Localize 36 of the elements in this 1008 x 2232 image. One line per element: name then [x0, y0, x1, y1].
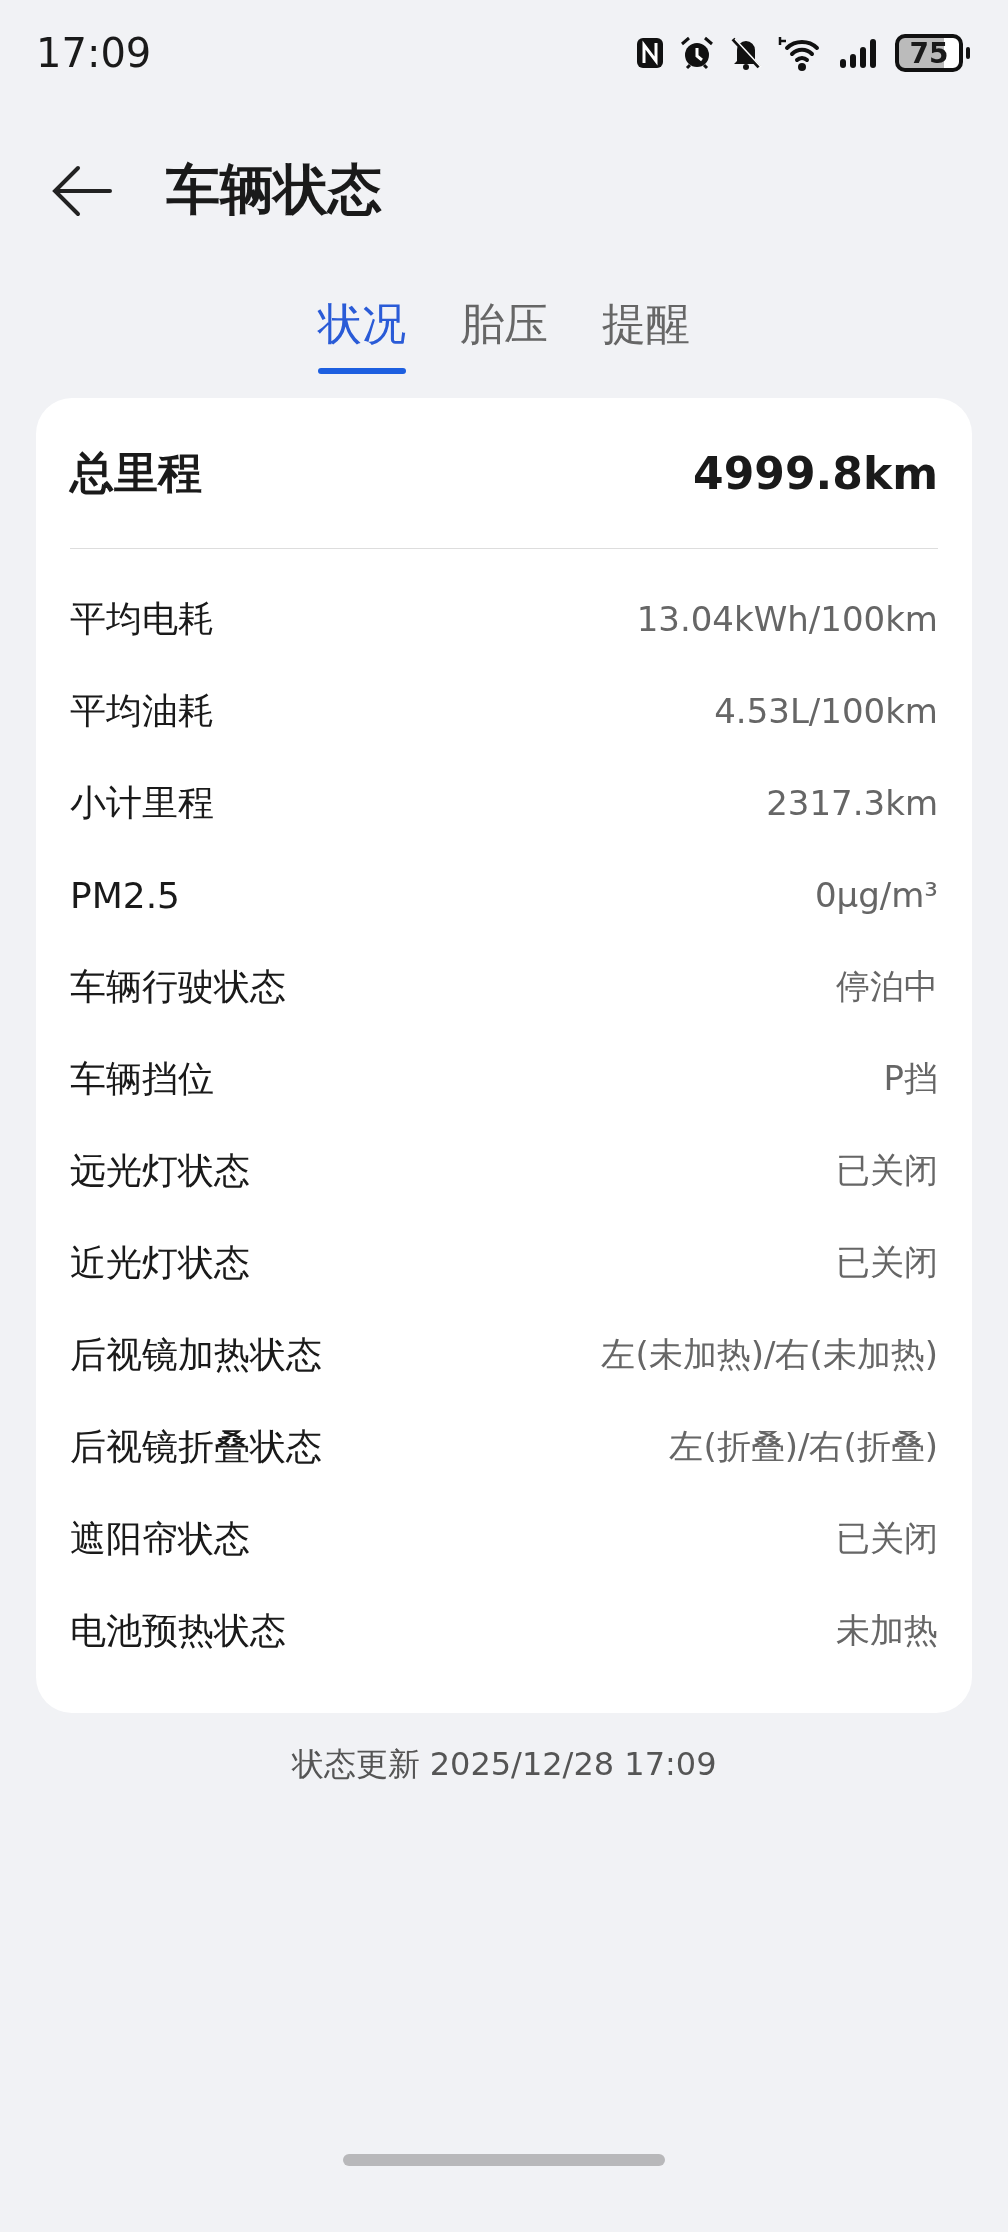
row-label: 远光灯状态 — [70, 1148, 250, 1193]
tab[interactable]: 状况 — [318, 295, 406, 374]
tab[interactable]: 提醒 — [602, 295, 690, 374]
row-value: 已关闭 — [836, 1149, 938, 1192]
row-label: 后视镜折叠状态 — [70, 1424, 322, 1469]
row-label: 平均电耗 — [70, 596, 214, 641]
row-value: 左(折叠)/右(折叠) — [669, 1425, 938, 1468]
row-value: 2317.3km — [766, 783, 938, 823]
row-value: 13.04kWh/100km — [636, 599, 938, 639]
row-value: 停泊中 — [836, 965, 938, 1008]
row-value: 4.53L/100km — [714, 691, 938, 731]
row-value: 左(未加热)/右(未加热) — [601, 1333, 938, 1376]
row-label: 平均油耗 — [70, 688, 214, 733]
nfc-icon — [635, 36, 665, 70]
update-time-text: 状态更新 2025/12/28 17:09 — [291, 1745, 717, 1783]
row-label: 遮阳帘状态 — [70, 1516, 250, 1561]
bell-muted-icon — [729, 35, 763, 71]
row-label: 车辆挡位 — [70, 1056, 214, 1101]
total-mileage-value: 4999.8km — [693, 447, 938, 499]
total-mileage-label: 总里程 — [70, 445, 202, 500]
row-label: PM2.5 — [70, 874, 181, 916]
row-value: 未加热 — [836, 1609, 938, 1652]
alarm-icon — [679, 35, 715, 71]
row-value: 已关闭 — [836, 1517, 938, 1560]
row-label: 电池预热状态 — [70, 1608, 286, 1653]
row-label: 车辆行驶状态 — [70, 964, 286, 1009]
row-label: 小计里程 — [70, 780, 214, 825]
tab[interactable]: 胎压 — [460, 295, 548, 374]
back-arrow-icon[interactable] — [52, 164, 112, 217]
row-value: 已关闭 — [836, 1241, 938, 1284]
page-title: 车辆状态 — [166, 157, 382, 223]
row-label: 后视镜加热状态 — [70, 1332, 322, 1377]
row-value: P挡 — [883, 1057, 938, 1100]
status-time: 17:09 — [36, 30, 152, 76]
row-value: 0μg/m³ — [814, 875, 938, 915]
row-label: 近光灯状态 — [70, 1240, 250, 1285]
